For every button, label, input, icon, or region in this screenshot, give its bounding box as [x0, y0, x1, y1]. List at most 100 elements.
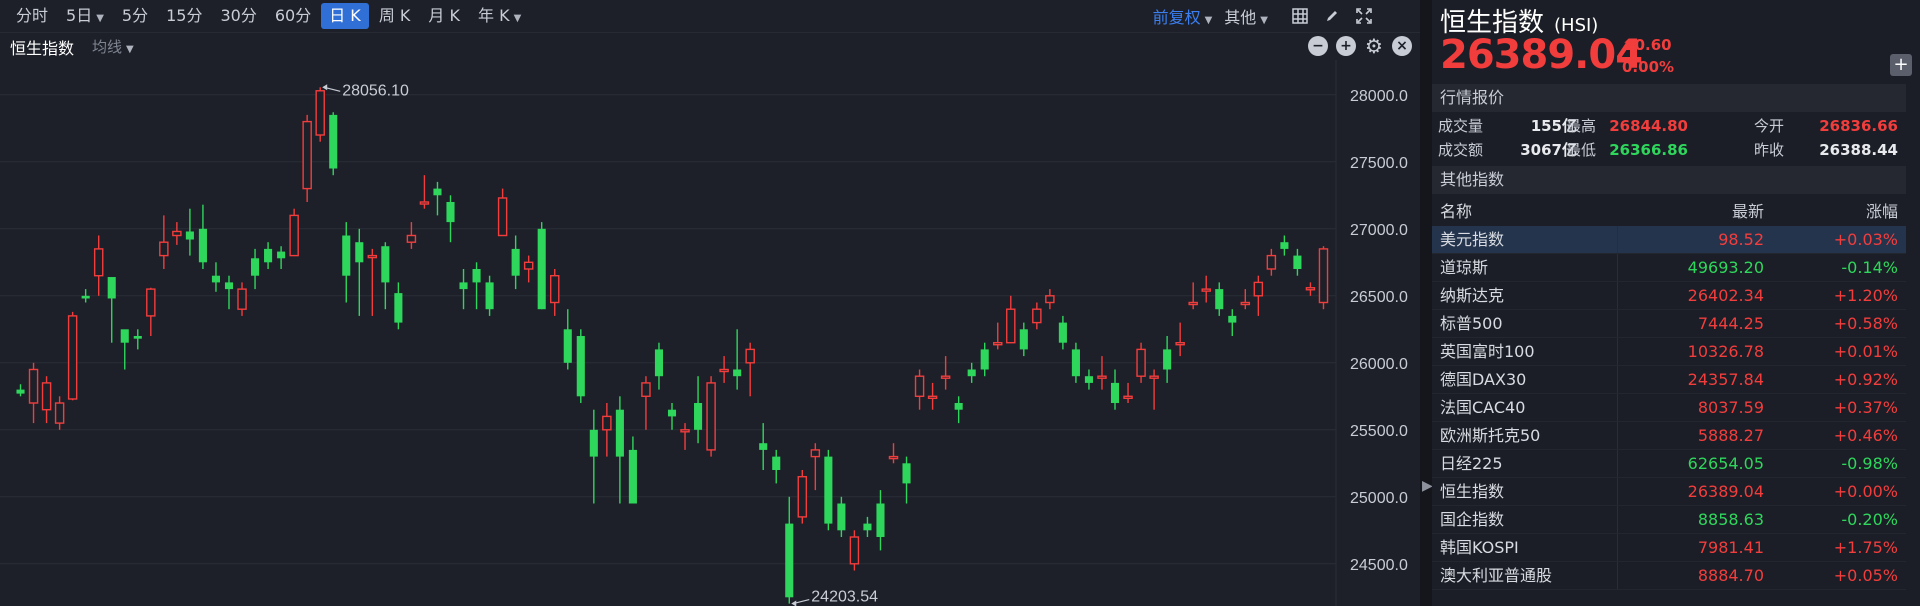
candle-body: [589, 429, 598, 457]
tab-label: 30分: [220, 6, 257, 25]
tab-period[interactable]: 周 K: [371, 3, 419, 29]
table-row[interactable]: 恒生指数 26389.04 +0.00%: [1432, 478, 1906, 506]
add-watchlist-button[interactable]: +: [1890, 54, 1912, 76]
candle-body: [563, 329, 572, 363]
candle-body: [602, 415, 612, 431]
tab-period[interactable]: 月 K: [420, 3, 468, 29]
cell-chg: -0.20%: [1841, 510, 1898, 529]
candle-body: [289, 214, 299, 257]
candle-body: [355, 242, 364, 263]
candle-body: [759, 443, 768, 450]
table-row[interactable]: 标普500 7444.25 +0.58%: [1432, 310, 1906, 338]
table-row[interactable]: 国企指数 8858.63 -0.20%: [1432, 506, 1906, 534]
quote-label: 最高: [1566, 117, 1597, 135]
annotation-arrowhead: [791, 600, 797, 606]
candle-body: [54, 402, 65, 424]
tab-period[interactable]: 5日 ▼: [58, 3, 112, 29]
y-tick-label: 26500.0: [1350, 289, 1408, 306]
candle-body: [315, 90, 325, 136]
plus-icon[interactable]: +: [1336, 36, 1356, 56]
table-row[interactable]: 澳大利亚普通股 8884.70 +0.05%: [1432, 562, 1906, 590]
table-row[interactable]: 法国CAC40 8037.59 +0.37%: [1432, 394, 1906, 422]
candle-body: [1175, 342, 1185, 346]
candle-body: [394, 293, 403, 323]
table-row[interactable]: 道琼斯 49693.20 -0.14%: [1432, 254, 1906, 282]
candle-body: [549, 274, 560, 304]
gear-icon[interactable]: ⚙: [1364, 36, 1384, 56]
close-icon[interactable]: ×: [1392, 36, 1412, 56]
candle-body: [16, 389, 25, 394]
candle-body: [680, 429, 690, 433]
tab-period[interactable]: 年 K ▼: [470, 3, 529, 29]
panel-divider[interactable]: [1420, 0, 1432, 606]
cell-name: 恒生指数: [1432, 478, 1618, 505]
tab-period[interactable]: 分时: [8, 3, 56, 29]
table-row[interactable]: 德国DAX30 24357.84 +0.92%: [1432, 366, 1906, 394]
candle-body: [1136, 348, 1146, 377]
tab-period[interactable]: 15分: [158, 3, 210, 29]
candle-body: [1266, 254, 1277, 270]
index-price: 26389.04: [1440, 32, 1643, 78]
candle-body: [472, 269, 481, 283]
ma-dropdown[interactable]: 均线 ▼: [92, 36, 134, 57]
candle-body: [185, 231, 194, 240]
quote-row: 成交量 155亿 最高 26844.80 今开 26836.66: [1432, 114, 1906, 138]
cell-chg: -0.98%: [1841, 454, 1898, 473]
header-last: 最新: [1731, 202, 1764, 221]
tab-period[interactable]: 30分: [212, 3, 264, 29]
cell-last: 8884.70: [1697, 566, 1764, 585]
cell-chg: +0.00%: [1833, 482, 1898, 501]
fullscreen-icon[interactable]: [1354, 6, 1374, 26]
candle-body: [1163, 349, 1172, 370]
cell-last: 10326.78: [1687, 342, 1764, 361]
y-tick-label: 25500.0: [1350, 423, 1408, 440]
candle-body: [1318, 248, 1329, 304]
pen-icon[interactable]: [1322, 6, 1342, 26]
candle-body: [67, 315, 78, 400]
tab-period[interactable]: 60分: [267, 3, 319, 29]
candlestick-chart[interactable]: 28000.0 27500.0 27000.0 26500.0 26000.0 25500…: [0, 60, 1420, 606]
candle-body: [1110, 382, 1120, 403]
cell-last: 8037.59: [1697, 398, 1764, 417]
candle-body: [133, 336, 142, 339]
tab-period[interactable]: 5分: [114, 3, 156, 29]
candle-body: [837, 503, 846, 531]
candle-body: [41, 382, 52, 411]
candle-body: [719, 368, 729, 373]
adjust-dropdown[interactable]: 前复权 ▼: [1153, 4, 1213, 28]
candle-body: [159, 241, 169, 257]
candle-body: [1253, 281, 1264, 297]
cell-name: 欧洲斯托克50: [1432, 422, 1618, 449]
tab-label: 日 K: [329, 6, 361, 25]
candle-body: [785, 523, 794, 598]
candle-body: [914, 375, 925, 398]
cell-chg: +0.03%: [1833, 230, 1898, 249]
candle-body: [706, 382, 716, 451]
header-name: 名称: [1440, 202, 1473, 221]
table-row[interactable]: 美元指数 98.52 +0.03%: [1432, 226, 1906, 254]
cell-last: 7981.41: [1697, 538, 1764, 557]
cell-name: 英国富时100: [1432, 338, 1618, 365]
candle-body: [1019, 329, 1028, 350]
table-row[interactable]: 日经225 62654.05 -0.98%: [1432, 450, 1906, 478]
candle-body: [198, 228, 207, 263]
candle-body: [1032, 308, 1042, 324]
candle-body: [654, 349, 664, 377]
grid-icon[interactable]: [1290, 6, 1310, 26]
chart-subbar: 恒生指数 均线 ▼ − + ⚙ ×: [0, 32, 1420, 60]
cell-name: 纳斯达克: [1432, 282, 1618, 309]
candle-body: [1071, 349, 1080, 377]
table-row[interactable]: 韩国KOSPI 7981.41 +1.75%: [1432, 534, 1906, 562]
candle-body: [694, 403, 703, 430]
candle-body: [381, 246, 390, 283]
table-row[interactable]: 英国富时100 10326.78 +0.01%: [1432, 338, 1906, 366]
other-dropdown[interactable]: 其他 ▼: [1224, 4, 1268, 28]
table-row[interactable]: 欧洲斯托克50 5888.27 +0.46%: [1432, 422, 1906, 450]
table-row[interactable]: 纳斯达克 26402.34 +1.20%: [1432, 282, 1906, 310]
minus-icon[interactable]: −: [1308, 36, 1328, 56]
cell-chg: +0.01%: [1833, 342, 1898, 361]
ma-label: 均线: [92, 38, 123, 56]
tab-period[interactable]: 日 K: [321, 3, 369, 29]
table-body: 美元指数 98.52 +0.03% 道琼斯 49693.20 -0.14% 纳斯达克 2640…: [1432, 226, 1906, 590]
candle-body: [93, 248, 104, 277]
